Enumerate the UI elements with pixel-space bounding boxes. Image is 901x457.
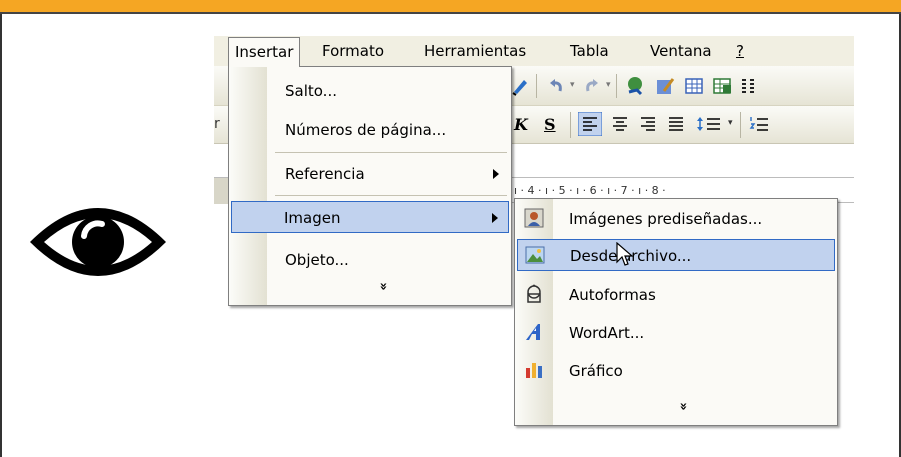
submenu-item-desde-archivo[interactable]: Desde archivo... — [517, 239, 835, 271]
undo-icon[interactable] — [546, 76, 566, 96]
submenu-arrow-icon — [493, 169, 499, 179]
menu-item-label: Imágenes prediseñadas... — [569, 210, 763, 228]
italic-button[interactable]: K — [514, 115, 528, 134]
picture-file-icon — [525, 246, 545, 264]
chart-icon — [526, 363, 542, 378]
expand-menu-chevron-icon[interactable]: » — [376, 282, 391, 290]
toolbar-separator — [536, 74, 537, 98]
undo-dropdown-icon[interactable]: ▾ — [570, 80, 575, 90]
menu-item-label: WordArt... — [569, 324, 645, 342]
insert-table-icon[interactable] — [684, 76, 704, 96]
eye-icon — [30, 208, 166, 276]
clipart-icon — [524, 208, 544, 228]
top-accent-bar — [0, 0, 901, 14]
justify-icon[interactable] — [666, 114, 686, 134]
menu-item-objeto[interactable]: Objeto... — [231, 244, 509, 276]
expand-submenu-chevron-icon[interactable]: » — [676, 402, 691, 410]
wordart-icon — [526, 324, 540, 340]
menu-separator — [275, 195, 507, 196]
menu-insertar[interactable]: Insertar — [228, 37, 301, 67]
menu-bar: Insertar Formato Herramientas Tabla Vent… — [214, 36, 854, 67]
columns-icon[interactable] — [740, 76, 756, 96]
submenu-item-clipart[interactable]: Imágenes prediseñadas... — [517, 203, 835, 235]
menu-item-label: Referencia — [285, 165, 365, 183]
line-spacing-icon[interactable] — [696, 114, 726, 134]
toolbar-separator — [570, 112, 571, 138]
submenu-item-wordart[interactable]: WordArt... — [517, 317, 835, 349]
submenu-arrow-icon — [492, 213, 498, 223]
align-right-icon[interactable] — [638, 114, 658, 134]
insert-excel-icon[interactable] — [712, 76, 734, 96]
menu-item-referencia[interactable]: Referencia — [231, 158, 509, 190]
format-painter-icon[interactable] — [510, 76, 530, 96]
word-screenshot: Insertar Formato Herramientas Tabla Vent… — [214, 36, 854, 436]
menu-item-numeros-pagina[interactable]: Números de página... — [231, 114, 509, 146]
menu-tabla[interactable]: Tabla — [570, 42, 609, 60]
menu-item-label: Salto... — [285, 82, 337, 100]
ruler-ticks: ı · 4 · ı · 5 · ı · 6 · ı · 7 · ı · 8 · — [514, 184, 666, 197]
autoshapes-icon — [527, 284, 541, 303]
menu-separator — [275, 152, 507, 153]
redo-dropdown-icon[interactable]: ▾ — [606, 80, 611, 90]
align-center-icon[interactable] — [610, 114, 630, 134]
submenu-item-autoformas[interactable]: Autoformas — [517, 279, 835, 311]
menu-item-label: Objeto... — [285, 251, 349, 269]
insert-menu: Salto... Números de página... Referencia… — [228, 66, 512, 306]
menu-item-salto[interactable]: Salto... — [231, 75, 509, 107]
align-left-icon[interactable] — [578, 112, 602, 136]
menu-item-imagen[interactable]: Imagen — [231, 201, 509, 233]
submenu-item-grafico[interactable]: Gráfico — [517, 355, 835, 387]
menu-item-label: Números de página... — [285, 121, 447, 139]
menu-item-label: Imagen — [284, 209, 341, 227]
numbered-list-icon[interactable] — [748, 114, 770, 134]
menu-ventana[interactable]: Ventana — [650, 42, 712, 60]
hyperlink-icon[interactable] — [624, 75, 646, 97]
underline-button[interactable]: S — [544, 115, 556, 134]
image-submenu: Imágenes prediseñadas... Desde archivo..… — [514, 198, 838, 426]
mouse-cursor-icon — [616, 242, 634, 266]
font-size-fragment: r — [214, 116, 220, 132]
menu-formato[interactable]: Formato — [322, 42, 384, 60]
toolbar-separator — [616, 74, 617, 98]
drawing-toolbar-icon[interactable] — [654, 75, 676, 97]
menu-item-label: Gráfico — [569, 362, 623, 380]
line-spacing-dropdown-icon[interactable]: ▾ — [728, 118, 733, 128]
menu-item-label: Autoformas — [569, 286, 656, 304]
menu-herramientas[interactable]: Herramientas — [424, 42, 526, 60]
toolbar-separator — [740, 112, 741, 138]
redo-icon[interactable] — [582, 76, 602, 96]
menu-help[interactable]: ? — [736, 42, 744, 60]
